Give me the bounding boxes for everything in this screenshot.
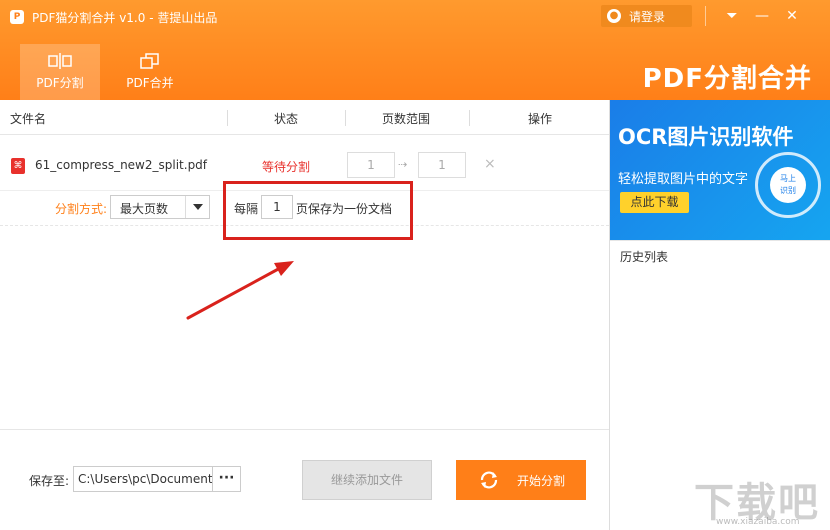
column-divider (469, 110, 470, 126)
tab-pdf-merge[interactable]: PDF合并 (110, 44, 190, 100)
tab-label: PDF分割 (36, 76, 84, 90)
close-icon[interactable]: ✕ (782, 6, 802, 26)
save-to-label: 保存至: (29, 474, 70, 488)
ad-badge-line1: 马上 (780, 174, 796, 183)
minimize-icon[interactable]: — (752, 6, 772, 26)
save-path-field[interactable]: C:\Users\pc\Document (73, 466, 213, 492)
brand-title: PDF分割合并 (642, 64, 812, 94)
window-controls-divider (705, 6, 706, 26)
status-text: 等待分割 (262, 160, 311, 174)
chevron-down-icon[interactable]: ⏷ (722, 6, 742, 26)
start-split-label: 开始分割 (517, 474, 566, 488)
ad-recognize-badge[interactable]: 马上 识别 (755, 152, 821, 218)
split-mode-label: 分割方式: (55, 202, 108, 216)
split-mode-select[interactable]: 最大页数 (110, 195, 210, 219)
watermark-url: www.xiazaiba.com (716, 517, 800, 527)
merge-icon (140, 53, 159, 69)
footer-divider (0, 429, 609, 430)
history-divider (610, 240, 830, 241)
ad-badge-line2: 识别 (780, 186, 796, 195)
login-label: 请登录 (629, 10, 666, 24)
add-files-button[interactable]: 继续添加文件 (302, 460, 432, 500)
file-name: 61_compress_new2_split.pdf (35, 158, 208, 172)
refresh-icon (480, 471, 498, 489)
range-arrow-icon: ⇢ (398, 158, 408, 171)
column-divider (227, 110, 228, 126)
app-logo-icon: P (10, 10, 24, 24)
range-from-input[interactable]: 1 (347, 152, 395, 178)
dropdown-arrow-icon[interactable] (185, 196, 209, 218)
ad-download-button[interactable]: 点此下载 (620, 192, 689, 213)
annotation-highlight-box (223, 181, 413, 240)
column-header-page-range: 页数范围 (382, 112, 431, 126)
ad-title: OCR图片识别软件 (618, 125, 794, 149)
start-split-button[interactable]: 开始分割 (456, 460, 586, 500)
login-button[interactable]: ● 请登录 (601, 5, 692, 27)
pdf-file-icon: ⌘ (11, 158, 25, 174)
tab-pdf-split[interactable]: PDF分割 (20, 44, 100, 100)
user-icon: ● (607, 9, 621, 23)
column-header-status: 状态 (274, 112, 299, 126)
delete-icon[interactable]: × (484, 156, 496, 172)
column-header-actions: 操作 (528, 112, 553, 126)
split-icon (48, 53, 72, 69)
range-to-input[interactable]: 1 (418, 152, 466, 178)
ad-subtitle: 轻松提取图片中的文字 (618, 172, 749, 187)
tab-label: PDF合并 (126, 76, 174, 90)
watermark-logo: 下载吧 (694, 480, 820, 526)
window-title: PDF猫分割合并 v1.0 - 菩提山出品 (32, 11, 218, 25)
file-table-header: 文件名 状态 页数范围 操作 (0, 100, 609, 135)
history-list-label: 历史列表 (620, 250, 669, 264)
column-header-filename: 文件名 (10, 112, 47, 126)
split-mode-value: 最大页数 (120, 202, 169, 216)
column-divider (345, 110, 346, 126)
title-bar: P PDF猫分割合并 v1.0 - 菩提山出品 ● 请登录 ⏷ — ✕ PDF分… (0, 0, 830, 100)
ocr-ad-banner[interactable]: OCR图片识别软件 轻松提取图片中的文字 点此下载 马上 识别 (610, 100, 830, 240)
browse-button[interactable]: ··· (212, 466, 241, 492)
ad-badge-inner: 马上 识别 (770, 167, 806, 203)
